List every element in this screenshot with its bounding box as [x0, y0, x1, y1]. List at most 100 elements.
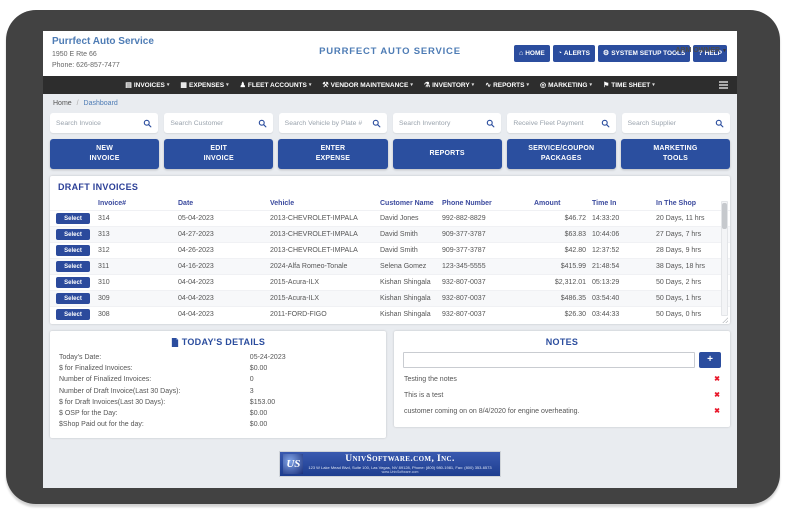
nav-item[interactable]: ⚗ INVENTORY ▾	[424, 82, 474, 89]
select-button[interactable]: Select	[56, 261, 90, 272]
nav-item[interactable]: ⚑ TIME SHEET ▾	[603, 82, 655, 89]
delete-note-icon[interactable]: ✖	[714, 392, 720, 399]
chevron-down-icon: ▼	[722, 48, 727, 54]
time-in-cell: 10:44:06	[592, 231, 656, 238]
in-shop-cell: 28 Days, 9 hrs	[656, 247, 718, 254]
select-button[interactable]: Select	[56, 309, 90, 320]
table-row: Select 310 04-04-2023 2015-Acura-ILX Kis…	[50, 274, 730, 290]
new-note-input[interactable]	[403, 352, 695, 368]
select-button[interactable]: Select	[56, 277, 90, 288]
date-cell: 05-04-2023	[178, 215, 270, 222]
time-in-cell: 12:37:52	[592, 247, 656, 254]
detail-value: 0	[250, 374, 377, 385]
nav-item-icon: ◎	[540, 82, 546, 89]
user-menu[interactable]: ARM OWNER ▼	[675, 47, 727, 54]
search-icon[interactable]	[143, 119, 152, 128]
footer-tagline: www.UnivSoftware.com	[308, 470, 491, 474]
search-input[interactable]	[399, 120, 486, 127]
table-row: Select 311 04-16-2023 2024-Alfa Romeo-To…	[50, 258, 730, 274]
quick-action-button[interactable]: NEW INVOICE	[50, 139, 159, 169]
note-item: This is a test ✖	[403, 387, 721, 403]
time-in-cell: 05:13:29	[592, 279, 656, 286]
date-cell: 04-16-2023	[178, 263, 270, 270]
nav-item[interactable]: ♟ FLEET ACCOUNTS ▾	[240, 82, 312, 89]
nav-item[interactable]: ◎ MARKETING ▾	[540, 82, 592, 89]
quick-action-button[interactable]: SERVICE/COUPON PACKAGES	[507, 139, 616, 169]
in-shop-cell: 50 Days, 2 hrs	[656, 279, 718, 286]
resize-grip-icon[interactable]	[722, 317, 728, 323]
search-input[interactable]	[513, 120, 600, 127]
quick-action-button[interactable]: REPORTS	[393, 139, 502, 169]
select-button[interactable]: Select	[56, 245, 90, 256]
search-input[interactable]	[628, 120, 715, 127]
table-scrollbar[interactable]	[721, 201, 728, 316]
quick-action-button[interactable]: ENTER EXPENSE	[278, 139, 387, 169]
time-in-cell: 14:33:20	[592, 215, 656, 222]
notes-title: NOTES	[403, 337, 721, 347]
menu-icon[interactable]	[719, 81, 728, 89]
nav-item[interactable]: ▤ INVOICES ▾	[125, 82, 169, 89]
toolbar-button[interactable]: ⌂ HOME	[514, 45, 550, 62]
nav-item[interactable]: ⚒ VENDOR MAINTENANCE ▾	[322, 82, 412, 89]
column-header: Phone Number	[442, 200, 534, 207]
search-box	[50, 113, 158, 133]
phone-cell: 992-882-8829	[442, 215, 534, 222]
breadcrumb-home[interactable]: Home	[53, 100, 72, 107]
customer-cell: Kishan Shingala	[380, 279, 442, 286]
time-in-cell: 03:44:33	[592, 311, 656, 318]
vehicle-cell: 2015-Acura-ILX	[270, 295, 380, 302]
content-area: Home / Dashboard	[43, 94, 737, 477]
chevron-down-icon: ▾	[526, 82, 529, 88]
add-note-button[interactable]: +	[699, 352, 721, 368]
search-icon[interactable]	[601, 119, 610, 128]
nav-item-label: FLEET ACCOUNTS	[248, 82, 307, 89]
quick-actions: NEW INVOICE EDIT INVOICE ENTER EXPENSE	[50, 139, 730, 169]
detail-row: $ OSP for the Day: $0.00	[59, 408, 377, 419]
detail-value: $153.00	[250, 397, 377, 408]
date-cell: 04-27-2023	[178, 231, 270, 238]
nav-item-label: REPORTS	[493, 82, 524, 89]
delete-note-icon[interactable]: ✖	[714, 376, 720, 383]
draft-invoices-title: DRAFT INVOICES	[58, 182, 730, 192]
search-input[interactable]	[56, 120, 143, 127]
select-button[interactable]: Select	[56, 293, 90, 304]
detail-value: 05-24-2023	[250, 352, 377, 363]
select-button[interactable]: Select	[56, 229, 90, 240]
shop-phone: Phone: 626-857-7477	[52, 61, 154, 71]
notes-panel: NOTES + Testing the notes ✖	[394, 331, 730, 427]
detail-row: Today's Date: 05-24-2023	[59, 352, 377, 363]
quick-action-button[interactable]: EDIT INVOICE	[164, 139, 273, 169]
search-icon[interactable]	[486, 119, 495, 128]
detail-label: Number of Finalized Invoices:	[59, 374, 250, 385]
search-input[interactable]	[285, 120, 372, 127]
scrollbar-thumb[interactable]	[722, 203, 727, 229]
select-button[interactable]: Select	[56, 213, 90, 224]
table-row: Select 313 04-27-2023 2013-CHEVROLET-IMP…	[50, 226, 730, 242]
quick-action-button[interactable]: MARKETING TOOLS	[621, 139, 730, 169]
amount-cell: $63.83	[534, 231, 592, 238]
column-header: Amount	[534, 200, 592, 207]
nav-item[interactable]: ∿ REPORTS ▾	[485, 82, 529, 89]
search-icon[interactable]	[372, 119, 381, 128]
footer: US UnivSoftware.com, Inc. 123 W Lake Mea…	[50, 451, 730, 477]
search-icon[interactable]	[715, 119, 724, 128]
nav-item[interactable]: ▦ EXPENSES ▾	[180, 82, 228, 89]
nav-item-icon: ▤	[125, 82, 132, 89]
detail-row: Number of Finalized Invoices: 0	[59, 374, 377, 385]
date-cell: 04-04-2023	[178, 295, 270, 302]
search-input[interactable]	[170, 120, 257, 127]
column-header: Time In	[592, 200, 656, 207]
amount-cell: $486.35	[534, 295, 592, 302]
delete-note-icon[interactable]: ✖	[714, 408, 720, 415]
action-label-line1: EDIT	[210, 144, 227, 155]
nav-item-icon: ▦	[180, 82, 187, 89]
nav-item-label: TIME SHEET	[611, 82, 650, 89]
search-row	[50, 113, 730, 133]
search-icon[interactable]	[258, 119, 267, 128]
action-label-line2: INVOICE	[89, 154, 119, 165]
action-label-line2: EXPENSE	[316, 154, 350, 165]
table-header-row: Invoice# Date Vehicle Customer Name Phon…	[50, 197, 730, 210]
toolbar-button[interactable]: ◔ ALERTS	[553, 45, 595, 62]
date-cell: 04-26-2023	[178, 247, 270, 254]
invoice-cell: 308	[98, 311, 178, 318]
